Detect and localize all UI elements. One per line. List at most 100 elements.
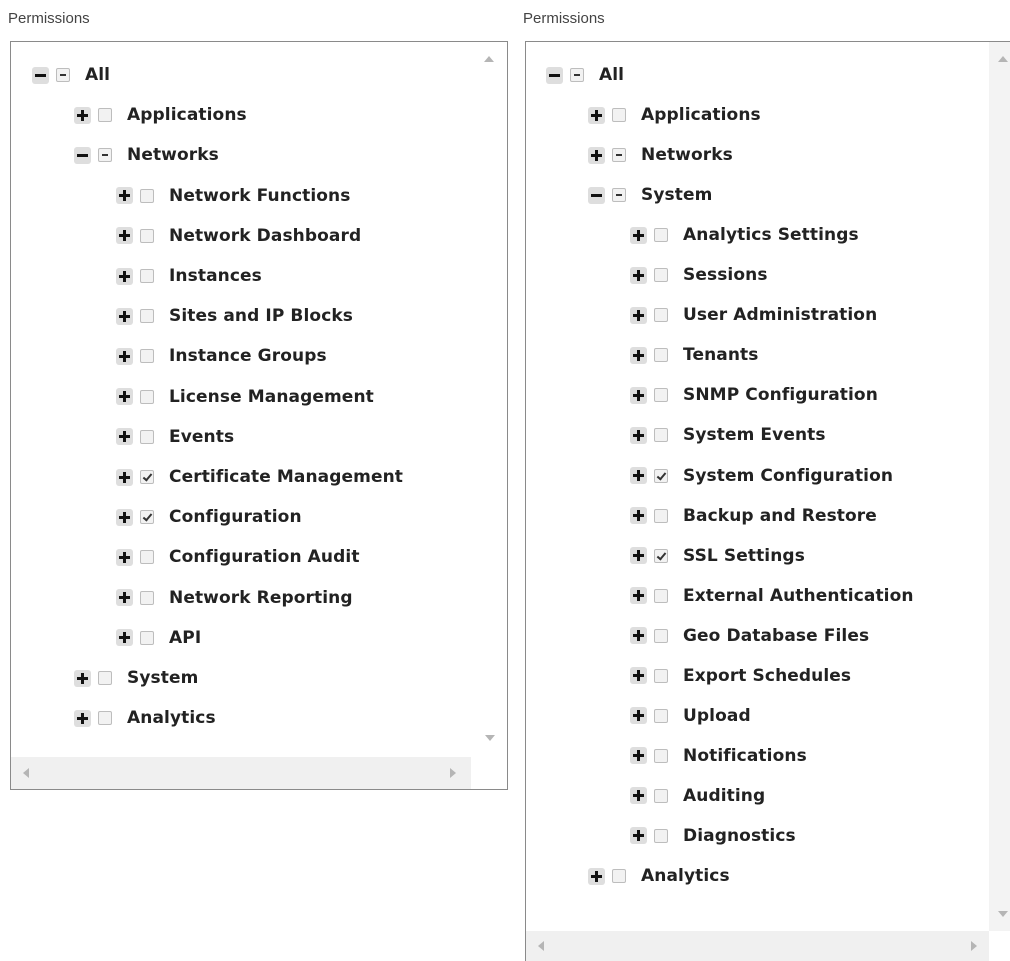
tree-row[interactable]: Network Dashboard bbox=[116, 222, 361, 250]
permission-checkbox[interactable] bbox=[654, 828, 668, 843]
expand-plus-icon[interactable] bbox=[630, 426, 647, 444]
tree-row[interactable]: External Authentication bbox=[630, 582, 914, 610]
tree-row[interactable]: Instance Groups bbox=[116, 342, 327, 370]
tree-row[interactable]: Configuration bbox=[116, 503, 302, 531]
permission-checkbox[interactable] bbox=[654, 548, 668, 563]
tree-row[interactable]: Network Functions bbox=[116, 182, 350, 210]
permission-checkbox[interactable] bbox=[654, 308, 668, 323]
permission-checkbox[interactable] bbox=[654, 508, 668, 523]
permission-checkbox[interactable] bbox=[654, 628, 668, 643]
expand-plus-icon[interactable] bbox=[74, 106, 91, 124]
tree-row[interactable]: Analytics bbox=[74, 704, 216, 732]
permission-checkbox[interactable] bbox=[654, 668, 668, 683]
expand-plus-icon[interactable] bbox=[588, 146, 605, 164]
permission-checkbox[interactable] bbox=[140, 470, 154, 484]
permission-checkbox[interactable] bbox=[654, 268, 668, 283]
expand-plus-icon[interactable] bbox=[588, 867, 605, 885]
tree-row[interactable]: System bbox=[588, 181, 712, 209]
expand-plus-icon[interactable] bbox=[630, 386, 647, 404]
permission-checkbox[interactable] bbox=[140, 269, 154, 283]
tree-row[interactable]: Sites and IP Blocks bbox=[116, 302, 353, 330]
tree-row[interactable]: System bbox=[74, 664, 198, 692]
expand-plus-icon[interactable] bbox=[116, 267, 133, 285]
expand-plus-icon[interactable] bbox=[116, 347, 133, 365]
expand-plus-icon[interactable] bbox=[116, 548, 133, 566]
scroll-up-arrow-icon[interactable] bbox=[484, 56, 494, 62]
tree-row[interactable]: Sessions bbox=[630, 261, 768, 289]
expand-plus-icon[interactable] bbox=[630, 547, 647, 565]
permission-checkbox[interactable] bbox=[140, 389, 154, 404]
permission-checkbox[interactable] bbox=[654, 388, 668, 403]
scroll-up-arrow-icon[interactable] bbox=[998, 56, 1008, 62]
expand-plus-icon[interactable] bbox=[116, 629, 133, 647]
expand-plus-icon[interactable] bbox=[74, 709, 91, 727]
expand-plus-icon[interactable] bbox=[630, 507, 647, 525]
collapse-minus-icon[interactable] bbox=[546, 66, 563, 84]
tree-row[interactable]: Auditing bbox=[630, 782, 765, 810]
expand-plus-icon[interactable] bbox=[630, 467, 647, 484]
tree-row[interactable]: Geo Database Files bbox=[630, 622, 869, 650]
permission-checkbox[interactable] bbox=[654, 428, 668, 443]
permission-checkbox[interactable] bbox=[140, 550, 154, 565]
expand-plus-icon[interactable] bbox=[116, 468, 133, 486]
tree-row[interactable]: User Administration bbox=[630, 301, 877, 329]
permission-checkbox[interactable] bbox=[612, 108, 626, 123]
permission-checkbox[interactable] bbox=[140, 188, 154, 203]
tree-row[interactable]: SNMP Configuration bbox=[630, 381, 878, 409]
permission-checkbox[interactable] bbox=[98, 671, 112, 685]
tree-row[interactable]: Upload bbox=[630, 702, 751, 730]
tree-row[interactable]: API bbox=[116, 624, 201, 652]
tree-row[interactable]: Backup and Restore bbox=[630, 502, 877, 530]
permission-checkbox[interactable] bbox=[140, 309, 154, 324]
tree-row[interactable]: System Events bbox=[630, 421, 826, 449]
scroll-down-arrow-icon[interactable] bbox=[998, 911, 1008, 917]
scroll-left-arrow-icon[interactable] bbox=[23, 768, 29, 778]
tree-row[interactable]: Networks bbox=[588, 141, 733, 169]
permission-checkbox[interactable] bbox=[654, 228, 668, 243]
scroll-right-arrow-icon[interactable] bbox=[450, 768, 456, 778]
scroll-down-arrow-icon[interactable] bbox=[485, 735, 495, 741]
permission-checkbox[interactable] bbox=[654, 588, 668, 603]
tree-row[interactable]: Notifications bbox=[630, 742, 807, 770]
horizontal-scrollbar[interactable] bbox=[11, 757, 471, 789]
tree-row[interactable]: SSL Settings bbox=[630, 542, 805, 570]
permission-checkbox[interactable] bbox=[98, 711, 112, 726]
permission-checkbox[interactable] bbox=[654, 708, 668, 723]
tree-row[interactable]: Instances bbox=[116, 262, 262, 290]
tree-row[interactable]: Certificate Management bbox=[116, 463, 403, 491]
tree-row[interactable]: Diagnostics bbox=[630, 822, 796, 850]
tree-row[interactable]: License Management bbox=[116, 383, 374, 411]
tree-row[interactable]: Applications bbox=[588, 101, 761, 129]
permission-checkbox[interactable] bbox=[98, 148, 112, 163]
expand-plus-icon[interactable] bbox=[116, 227, 133, 245]
permission-checkbox[interactable] bbox=[140, 349, 154, 364]
permission-checkbox[interactable] bbox=[56, 68, 70, 82]
tree-row[interactable]: Network Reporting bbox=[116, 584, 353, 612]
expand-plus-icon[interactable] bbox=[630, 827, 647, 845]
expand-plus-icon[interactable] bbox=[116, 428, 133, 446]
expand-plus-icon[interactable] bbox=[630, 226, 647, 244]
permission-checkbox[interactable] bbox=[654, 468, 668, 483]
tree-row[interactable]: Analytics bbox=[588, 862, 730, 890]
expand-plus-icon[interactable] bbox=[630, 747, 647, 765]
tree-row[interactable]: Tenants bbox=[630, 341, 759, 369]
permission-checkbox[interactable] bbox=[654, 748, 668, 763]
permission-checkbox[interactable] bbox=[612, 869, 626, 883]
expand-plus-icon[interactable] bbox=[116, 307, 133, 325]
permission-checkbox[interactable] bbox=[98, 108, 112, 123]
expand-plus-icon[interactable] bbox=[74, 669, 91, 687]
permission-checkbox[interactable] bbox=[140, 429, 154, 444]
expand-plus-icon[interactable] bbox=[116, 388, 133, 406]
tree-row[interactable]: System Configuration bbox=[630, 462, 893, 490]
expand-plus-icon[interactable] bbox=[630, 627, 647, 645]
horizontal-scrollbar[interactable] bbox=[526, 931, 989, 961]
tree-row[interactable]: All bbox=[32, 61, 110, 89]
collapse-minus-icon[interactable] bbox=[588, 186, 605, 204]
permission-checkbox[interactable] bbox=[140, 630, 154, 645]
tree-row[interactable]: All bbox=[546, 61, 624, 89]
permission-checkbox[interactable] bbox=[140, 590, 154, 605]
expand-plus-icon[interactable] bbox=[630, 306, 647, 324]
expand-plus-icon[interactable] bbox=[116, 187, 133, 205]
expand-plus-icon[interactable] bbox=[116, 508, 133, 526]
permission-checkbox[interactable] bbox=[140, 228, 154, 243]
